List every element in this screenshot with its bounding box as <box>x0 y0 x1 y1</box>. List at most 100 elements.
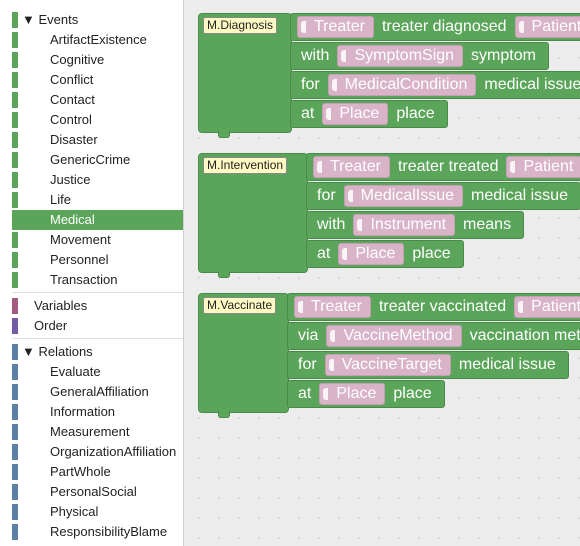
category-label: Medical <box>50 212 95 227</box>
role-slot-patient[interactable]: Patient <box>514 16 580 38</box>
block-connector-notch <box>218 271 230 278</box>
slot-label: Patient <box>531 298 580 315</box>
blockly-workspace[interactable]: M.Diagnosis Treater treater diagnosed Patie… <box>183 0 580 546</box>
role-slot-place[interactable]: Place <box>319 383 386 405</box>
category-label: GenericCrime <box>50 152 131 167</box>
event-block-m-vaccinate[interactable]: M.Vaccinate <box>198 293 289 413</box>
role-slot-treater[interactable]: Treater <box>294 296 371 318</box>
category-color-bar <box>12 344 18 360</box>
category-label: Cognitive <box>50 52 105 67</box>
block-argument-row[interactable]: for VaccineTarget medical issue <box>287 351 569 379</box>
block-argument-row[interactable]: at Place place <box>306 240 464 268</box>
category-label: Evaluate <box>50 364 101 379</box>
category-part-whole[interactable]: PartWhole <box>12 462 183 482</box>
block-keyword-text: medical issue <box>458 356 556 373</box>
block-keyword-text: place <box>393 385 432 402</box>
role-slot-patient[interactable]: Patient <box>506 156 580 178</box>
block-keyword-text: medical issue <box>484 76 580 93</box>
slot-label: MedicalCondition <box>344 76 468 93</box>
category-personnel[interactable]: Personnel <box>12 250 183 270</box>
category-label: ArtifactExistence <box>50 32 147 47</box>
category-relations[interactable]: ▼ Relations <box>12 342 183 362</box>
slot-connector-icon <box>347 190 353 202</box>
block-argument-row[interactable]: at Place place <box>287 380 445 408</box>
category-conflict[interactable]: Conflict <box>12 70 183 90</box>
category-artifact-existence[interactable]: ArtifactExistence <box>12 30 183 50</box>
role-slot-instrument[interactable]: Instrument <box>353 214 456 236</box>
category-cognitive[interactable]: Cognitive <box>12 50 183 70</box>
block-keyword-text: treater diagnosed <box>381 18 507 35</box>
category-organization-affiliation[interactable]: OrganizationAffiliation <box>12 442 183 462</box>
category-justice[interactable]: Justice <box>12 170 183 190</box>
slot-connector-icon <box>518 21 524 33</box>
category-responsibility-blame[interactable]: ResponsibilityBlame <box>12 522 183 542</box>
role-slot-treater[interactable]: Treater <box>313 156 390 178</box>
category-label: Movement <box>50 232 111 247</box>
role-slot-medical-condition[interactable]: MedicalCondition <box>327 74 477 96</box>
slot-label: Patient <box>531 18 580 35</box>
block-argument-row[interactable]: Treatertreater diagnosedPatientpatient <box>290 13 580 41</box>
block-argument-row[interactable]: with SymptomSign symptom <box>290 42 549 70</box>
category-variables[interactable]: Variables <box>12 296 183 316</box>
block-argument-row[interactable]: for MedicalCondition medical issue <box>290 71 580 99</box>
category-medical[interactable]: Medical <box>12 210 183 230</box>
block-argument-row[interactable]: for MedicalIssue medical issue <box>306 182 580 210</box>
role-slot-vaccine-target[interactable]: VaccineTarget <box>324 354 451 376</box>
category-label: Personnel <box>50 252 109 267</box>
category-color-bar <box>12 12 18 28</box>
block-keyword-text: at <box>298 385 312 402</box>
category-color-bar <box>12 524 18 540</box>
category-personal-social[interactable]: PersonalSocial <box>12 482 183 502</box>
role-slot-medical-issue[interactable]: MedicalIssue <box>343 185 464 207</box>
category-general-affiliation[interactable]: GeneralAffiliation <box>12 382 183 402</box>
category-label: Information <box>50 404 116 419</box>
category-generic-crime[interactable]: GenericCrime <box>12 150 183 170</box>
slot-label: VaccineMethod <box>343 327 453 344</box>
block-name-label[interactable]: M.Diagnosis <box>203 17 278 34</box>
slot-connector-icon <box>326 108 332 120</box>
category-physical[interactable]: Physical <box>12 502 183 522</box>
category-color-bar <box>12 232 18 248</box>
category-disaster[interactable]: Disaster <box>12 130 183 150</box>
category-control[interactable]: Control <box>12 110 183 130</box>
category-contact[interactable]: Contact <box>12 90 183 110</box>
slot-connector-icon <box>331 79 337 91</box>
block-name-label[interactable]: M.Vaccinate <box>203 297 277 314</box>
block-argument-row[interactable]: at Place place <box>290 100 448 128</box>
category-label: PersonalSocial <box>50 484 137 499</box>
role-slot-treater[interactable]: Treater <box>297 16 374 38</box>
category-life[interactable]: Life <box>12 190 183 210</box>
role-slot-symptom-sign[interactable]: SymptomSign <box>337 45 464 67</box>
category-transaction[interactable]: Transaction <box>12 270 183 290</box>
block-keyword-text: for <box>301 76 320 93</box>
category-color-bar <box>12 72 18 88</box>
category-evaluate[interactable]: Evaluate <box>12 362 183 382</box>
role-slot-vaccine-method[interactable]: VaccineMethod <box>326 325 462 347</box>
category-movement[interactable]: Movement <box>12 230 183 250</box>
category-color-bar <box>12 272 18 288</box>
category-color-bar <box>12 92 18 108</box>
role-slot-patient[interactable]: Patient <box>514 296 580 318</box>
category-color-bar <box>12 52 18 68</box>
block-argument-row[interactable]: with Instrument means <box>306 211 525 239</box>
role-slot-place[interactable]: Place <box>322 103 389 125</box>
block-argument-row[interactable]: Treatertreater vaccinatedPatientpatient <box>287 293 580 321</box>
category-color-bar <box>12 298 18 314</box>
category-measurement[interactable]: Measurement <box>12 422 183 442</box>
block-argument-row[interactable]: via VaccineMethod vaccination method <box>287 322 580 350</box>
category-order[interactable]: Order <box>12 316 183 336</box>
event-block-m-diagnosis[interactable]: M.Diagnosis <box>198 13 292 133</box>
event-block-m-intervention[interactable]: M.Intervention <box>198 153 308 273</box>
toolbox: ▼ Events ArtifactExistence Cognitive Confli… <box>0 0 183 546</box>
slot-label: Treater <box>314 18 365 35</box>
block-argument-row[interactable]: Treatertreater treatedPatientpatient <box>306 153 580 181</box>
role-slot-place[interactable]: Place <box>338 243 405 265</box>
block-name-label[interactable]: M.Intervention <box>203 157 288 174</box>
category-events[interactable]: ▼ Events <box>12 10 183 30</box>
slot-label: VaccineTarget <box>341 356 442 373</box>
category-color-bar <box>12 404 18 420</box>
slot-connector-icon <box>357 219 363 231</box>
category-information[interactable]: Information <box>12 402 183 422</box>
category-color-bar <box>12 32 18 48</box>
category-color-bar <box>12 424 18 440</box>
